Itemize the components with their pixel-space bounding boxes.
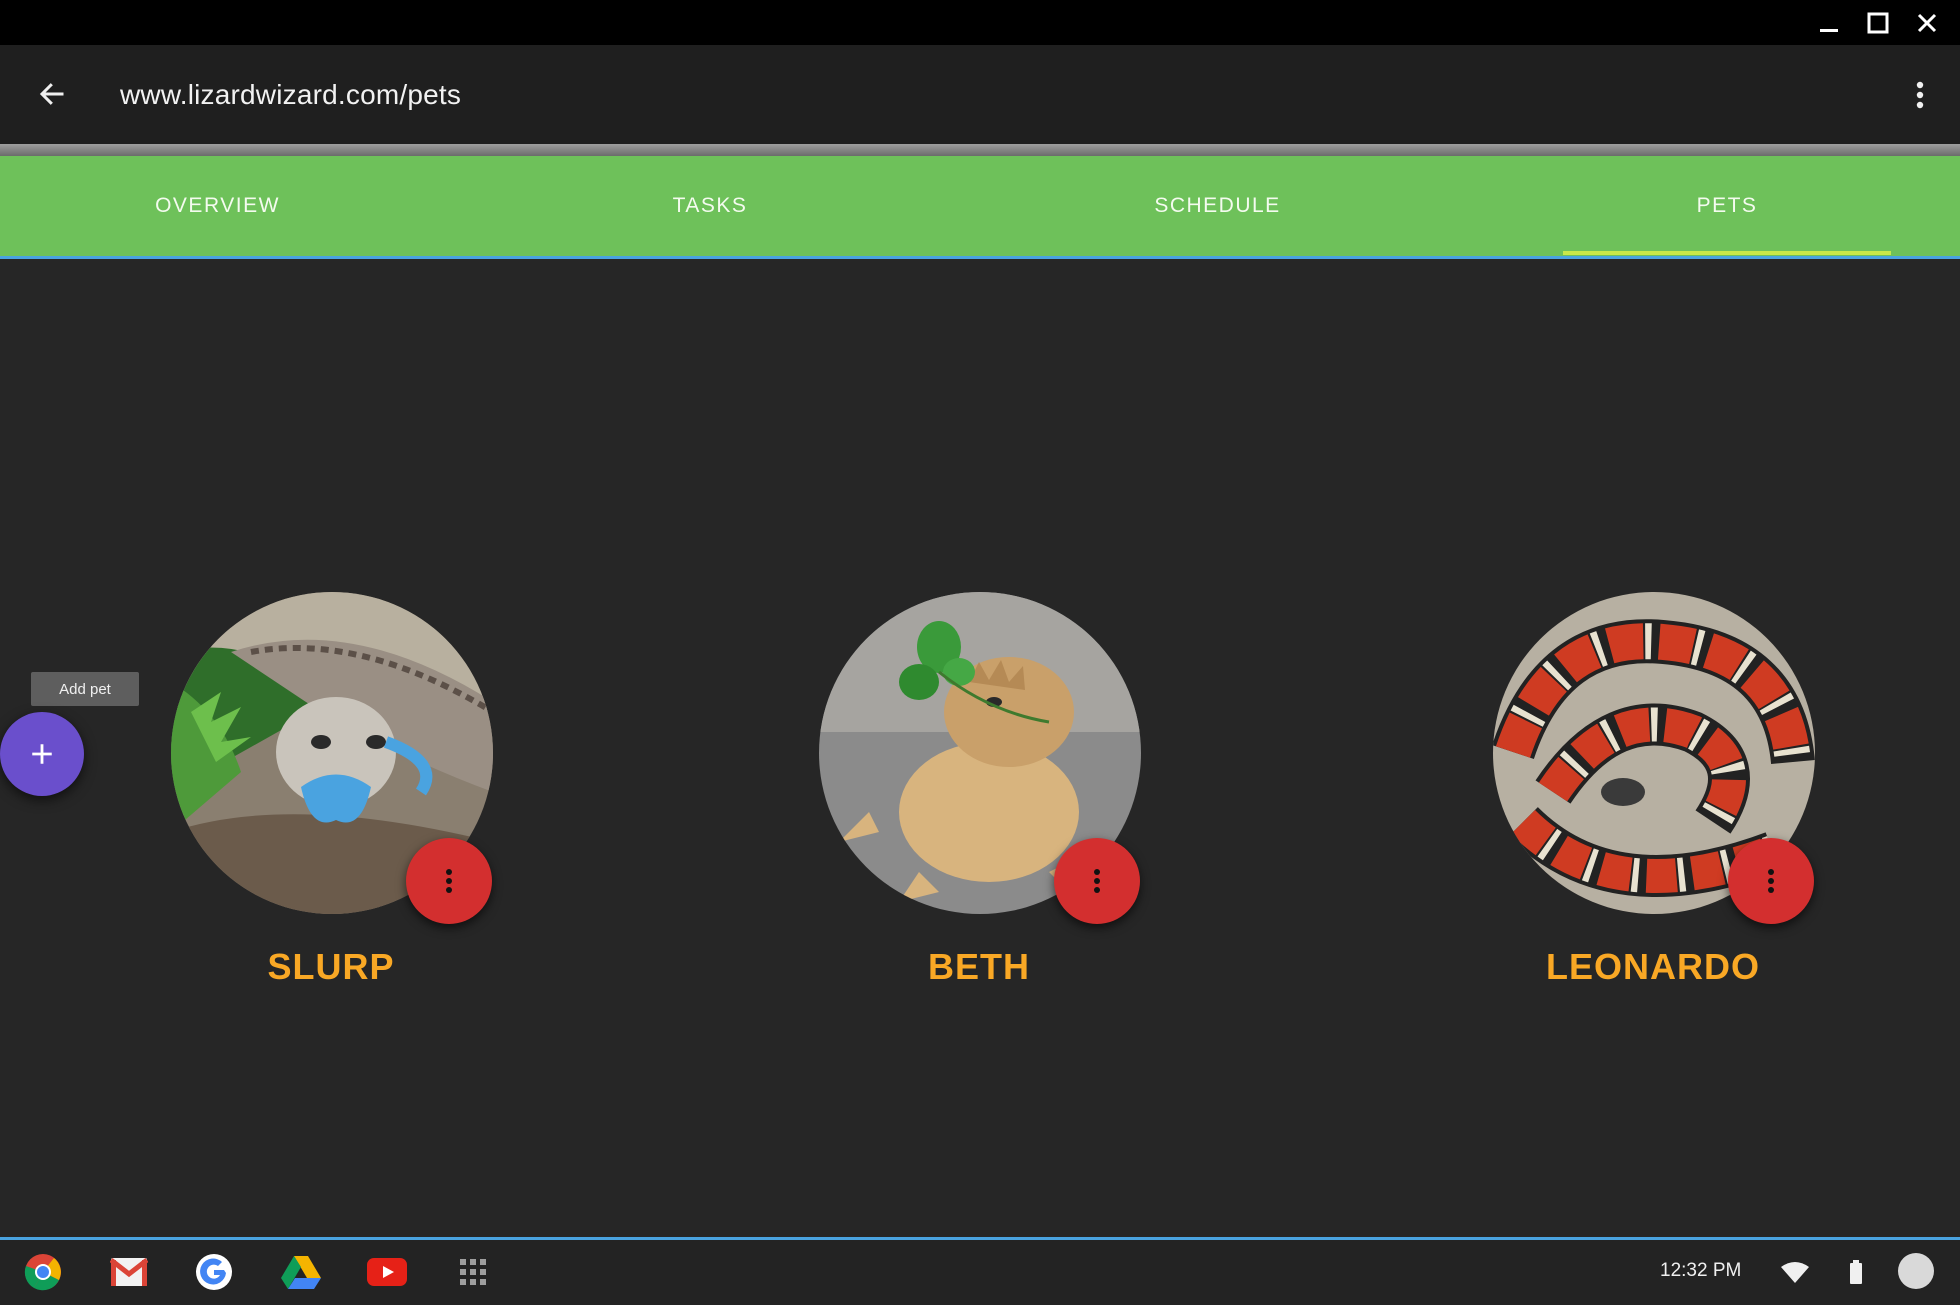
back-button[interactable] (30, 67, 74, 121)
avatar[interactable] (1896, 1251, 1936, 1291)
tab-indicator (1563, 251, 1891, 255)
more-vert-icon (1768, 869, 1774, 893)
plus-icon (32, 744, 52, 764)
pet-menu-button[interactable] (406, 838, 492, 924)
clock[interactable]: 12:32 PM (1660, 1260, 1741, 1282)
tab-overview[interactable]: OVERVIEW (50, 156, 385, 256)
pet-name: LEONARDO (1546, 946, 1760, 987)
tab-tasks[interactable]: TASKS (540, 156, 880, 256)
more-menu-button[interactable] (1900, 73, 1940, 117)
maximize-icon[interactable] (1861, 6, 1895, 40)
pet-menu-button[interactable] (1728, 838, 1814, 924)
pet-name: BETH (928, 946, 1030, 987)
launcher-icon[interactable] (453, 1252, 493, 1292)
pet-name: SLURP (267, 946, 395, 987)
more-vert-icon (446, 869, 452, 893)
app-bar: www.lizardwizard.com/pets (0, 45, 1960, 144)
more-vert-icon (1916, 81, 1924, 109)
tab-bar: OVERVIEW TASKS SCHEDULE PETS (0, 156, 1960, 259)
pet-card-slurp[interactable]: SLURP (121, 592, 501, 1012)
more-vert-icon (1094, 869, 1100, 893)
arrow-back-icon (39, 83, 64, 105)
pet-card-beth[interactable]: BETH (769, 592, 1149, 1012)
chrome-icon[interactable] (23, 1252, 63, 1292)
wifi-icon[interactable] (1777, 1254, 1813, 1290)
battery-icon[interactable] (1838, 1254, 1874, 1290)
window-titlebar (0, 0, 1960, 45)
close-icon[interactable] (1910, 6, 1944, 40)
tab-pets[interactable]: PETS (1563, 156, 1891, 256)
google-icon[interactable] (194, 1252, 234, 1292)
url-text: www.lizardwizard.com/pets (120, 79, 462, 110)
add-pet-button[interactable] (0, 712, 84, 796)
system-shelf: 12:32 PM (0, 1237, 1960, 1305)
gmail-icon[interactable] (109, 1252, 149, 1292)
app-bar-divider (0, 144, 1960, 156)
drive-icon[interactable] (281, 1252, 321, 1292)
youtube-icon[interactable] (367, 1252, 407, 1292)
minimize-icon[interactable] (1812, 6, 1846, 40)
pet-card-leonardo[interactable]: LEONARDO (1443, 592, 1823, 1012)
pet-menu-button[interactable] (1054, 838, 1140, 924)
tab-schedule[interactable]: SCHEDULE (1050, 156, 1385, 256)
